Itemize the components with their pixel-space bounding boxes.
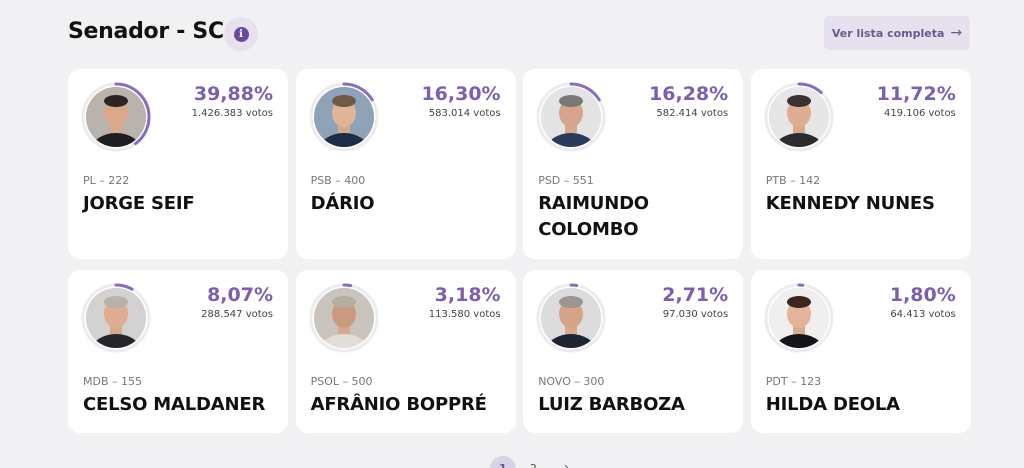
candidate-card-5[interactable]: 8,07% 288.547 votos MDB – 155 CELSO MALD…	[68, 270, 288, 433]
candidate-name: KENNEDY NUNES	[765, 193, 935, 214]
candidate-name: AFRÂNIO BOPPRÉ	[310, 394, 487, 415]
vote-count: 113.580 votos	[428, 309, 501, 320]
page-title: Senador - SC	[68, 19, 224, 44]
page-2-button[interactable]: 2	[530, 462, 537, 468]
vote-percentage: 1,80%	[889, 284, 956, 306]
party-number: PSB – 400	[310, 174, 366, 187]
candidate-card-2[interactable]: 16,30% 583.014 votos PSB – 400 DÁRIO	[295, 69, 516, 259]
party-number: PDT – 123	[765, 375, 822, 388]
candidate-photo	[768, 87, 829, 147]
vote-count: 288.547 votos	[201, 309, 273, 320]
party-number: PTB – 142	[765, 174, 821, 187]
party-number: PSD – 551	[538, 174, 594, 187]
candidate-photo	[768, 288, 829, 348]
vote-percentage: 39,88%	[193, 83, 273, 105]
vote-share-ring	[309, 283, 379, 353]
candidate-name: JORGE SEIF	[83, 193, 195, 214]
vote-percentage: 3,18%	[434, 284, 501, 306]
party-number: NOVO – 300	[538, 375, 605, 388]
arrow-right-icon: →	[950, 25, 963, 41]
candidate-card-4[interactable]: 11,72% 419.106 votos PTB – 142 KENNEDY N…	[750, 69, 971, 259]
candidate-name: DÁRIO	[310, 193, 375, 214]
candidate-card-3[interactable]: 16,28% 582.414 votos PSD – 551 RAIMUNDO …	[523, 69, 744, 259]
candidate-name: HILDA DEOLA	[765, 394, 900, 415]
party-number: PSOL – 500	[310, 375, 373, 388]
full-list-button[interactable]: Ver lista completa →	[824, 16, 970, 50]
candidate-photo	[86, 87, 146, 147]
candidate-name: CELSO MALDANER	[83, 394, 266, 415]
candidate-photo	[313, 87, 374, 147]
candidate-photo	[313, 288, 374, 348]
vote-share-ring	[81, 283, 151, 353]
vote-share-ring	[536, 283, 606, 353]
candidate-photo	[541, 87, 602, 147]
chevron-right-icon[interactable]: ›	[564, 460, 569, 468]
page-1-button[interactable]: 1	[490, 456, 516, 468]
candidate-photo	[541, 288, 602, 348]
vote-percentage: 11,72%	[876, 83, 956, 105]
candidate-grid: 39,88% 1.426.383 votos PL – 222 JORGE SE…	[68, 69, 971, 433]
vote-share-ring	[764, 283, 834, 353]
full-list-label: Ver lista completa	[831, 26, 945, 40]
vote-share-ring	[309, 82, 379, 152]
vote-percentage: 2,71%	[662, 284, 729, 306]
info-icon[interactable]: i	[224, 17, 258, 51]
section-header: Senador - SC i Ver lista completa →	[68, 16, 970, 52]
vote-count: 64.413 votos	[890, 309, 956, 320]
vote-count: 1.426.383 votos	[191, 108, 273, 119]
candidate-card-1[interactable]: 39,88% 1.426.383 votos PL – 222 JORGE SE…	[68, 69, 288, 259]
vote-count: 583.014 votos	[428, 108, 501, 119]
vote-share-ring	[81, 82, 151, 152]
party-number: MDB – 155	[83, 375, 142, 388]
candidate-name: RAIMUNDO COLOMBO	[538, 193, 649, 240]
vote-percentage: 16,28%	[649, 83, 729, 105]
vote-percentage: 8,07%	[207, 284, 273, 306]
vote-count: 419.106 votos	[883, 108, 956, 119]
vote-count: 97.030 votos	[662, 309, 729, 320]
candidate-card-6[interactable]: 3,18% 113.580 votos PSOL – 500 AFRÂNIO B…	[295, 270, 516, 433]
candidate-name: LUIZ BARBOZA	[538, 394, 685, 415]
vote-share-ring	[764, 82, 834, 152]
vote-share-ring	[536, 82, 606, 152]
candidate-card-7[interactable]: 2,71% 97.030 votos NOVO – 300 LUIZ BARBO…	[523, 270, 744, 433]
party-number: PL – 222	[83, 174, 130, 187]
candidate-card-8[interactable]: 1,80% 64.413 votos PDT – 123 HILDA DEOLA	[750, 270, 971, 433]
vote-percentage: 16,30%	[421, 83, 501, 105]
vote-count: 582.414 votos	[656, 108, 729, 119]
pagination: 1 2 ›	[490, 456, 590, 468]
candidate-photo	[86, 288, 146, 348]
